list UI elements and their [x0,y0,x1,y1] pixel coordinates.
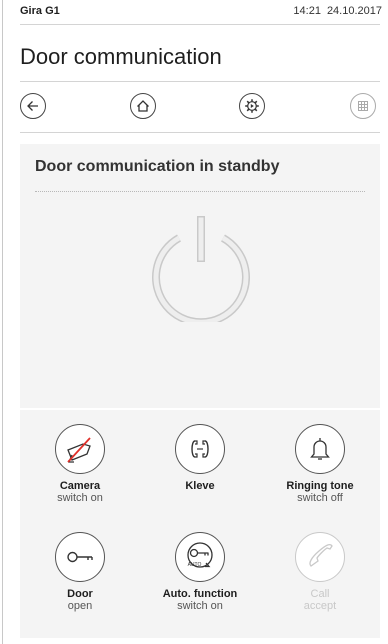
kleve-label: Kleve [185,480,215,492]
standby-panel: Door communication in standby [20,144,380,408]
ringing-tone-sublabel: switch off [297,492,343,504]
divider [20,132,380,133]
back-button[interactable] [20,93,46,119]
divider [20,24,380,25]
divider [20,81,380,82]
door-label: Door [67,588,93,600]
ringing-tone-button[interactable] [295,424,345,474]
auto-key-icon: AUTO [187,542,213,568]
door-sublabel: open [67,600,93,612]
camera-off-icon [67,437,91,463]
date: 24.10.2017 [326,5,382,17]
auto-badge: AUTO [188,562,202,568]
camera-label: Camera [59,480,101,492]
settings-gear-icon [245,99,259,113]
grid-button[interactable] [350,93,376,119]
dotted-divider [35,191,365,192]
auto-function-label: Auto. function [162,588,238,600]
call-action[interactable]: Call accept [260,532,380,612]
panel-title: Door communication in standby [35,158,280,175]
clock: 14:21 24.10.2017 [293,5,382,17]
camera-button[interactable] [55,424,105,474]
left-edge-line [2,0,3,644]
status-bar: Gira G1 14:21 24.10.2017 [0,0,388,24]
call-sublabel: accept [303,600,337,612]
kleve-button[interactable] [175,424,225,474]
door-button[interactable] [55,532,105,582]
door-action[interactable]: Door open [20,532,140,612]
bell-icon [310,438,330,460]
power-icon[interactable] [146,212,256,322]
key-icon [67,551,93,563]
device-name: Gira G1 [20,5,60,17]
kleve-action[interactable]: Kleve [140,424,260,492]
home-icon [137,100,149,112]
ringing-tone-action[interactable]: Ringing tone switch off [260,424,380,504]
call-label: Call [310,588,330,600]
intercom-icon [191,440,209,458]
auto-function-button[interactable]: AUTO [175,532,225,582]
page-title: Door communication [20,44,222,69]
action-panel: Camera switch on Kleve Ringing tone swit… [20,410,380,638]
settings-button[interactable] [239,93,265,119]
auto-function-sublabel: switch on [177,600,223,612]
grid-icon [358,101,368,111]
ringing-tone-label: Ringing tone [286,480,354,492]
camera-sublabel: switch on [57,492,103,504]
home-button[interactable] [130,93,156,119]
phone-handset-icon [309,544,333,567]
time: 14:21 [293,5,321,17]
camera-action[interactable]: Camera switch on [20,424,140,504]
call-button[interactable] [295,532,345,582]
auto-function-action[interactable]: AUTO Auto. function switch on [140,532,260,612]
back-arrow-icon [27,101,38,111]
